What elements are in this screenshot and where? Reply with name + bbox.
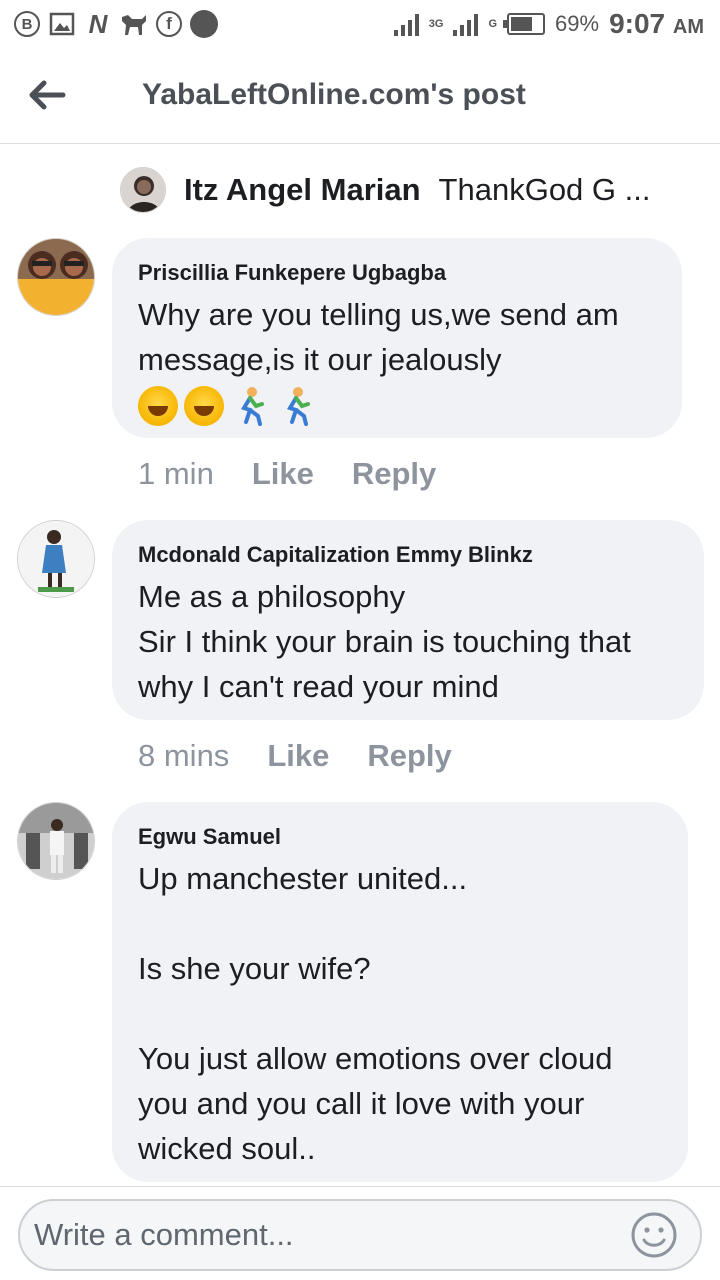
network-type-3g: 3G [428,17,444,30]
image-icon [48,10,76,38]
comment-composer[interactable] [18,1199,702,1271]
app-header: YabaLeftOnline.com's post [0,50,720,144]
avatar[interactable] [17,802,95,880]
battery-icon [503,13,546,35]
laughing-icon [184,386,224,426]
laughing-icon [138,386,178,426]
reply-preview-author[interactable]: Itz Angel Marian [184,172,421,208]
comment-text: Up manchester united... Is she your wife… [138,861,613,1166]
running-man-icon [276,386,316,426]
avatar [120,167,166,213]
n-icon: N [88,8,108,39]
reply-preview[interactable]: Itz Angel Marian ThankGod G ... [120,166,650,214]
dot-icon [190,10,218,38]
comment-bubble: Egwu Samuel Up manchester united... Is s… [112,802,688,1182]
avatar[interactable] [17,238,95,316]
clock-ampm: AM [672,16,704,38]
emoji-row [138,386,656,426]
comment-bubble: Priscillia Funkepere Ugbagba Why are you… [112,238,682,438]
smiley-icon [631,1212,677,1258]
facebook-icon: f [156,11,182,37]
back-button[interactable] [24,72,70,118]
network-type-g: G [488,17,498,30]
clock: 9:07 AM [609,8,704,40]
page-title: YabaLeftOnline.com's post [142,78,526,111]
comment-input[interactable] [34,1215,614,1255]
status-bar: B N f 3G G 69% 9:07 AM [0,0,720,50]
comment-author[interactable]: Mcdonald Capitalization Emmy Blinkz [138,542,678,568]
notification-icons: B N f [14,8,218,39]
reply-preview-text: ThankGod G ... [438,172,651,207]
signal-icon-2 [453,12,479,36]
battery-percent: 69% [555,11,600,36]
reply-button[interactable]: Reply [352,456,436,492]
running-man-icon [230,386,270,426]
comment-time[interactable]: 8 mins [138,738,229,774]
comment-composer-bar [0,1186,720,1280]
comment-text: Why are you telling us,we send am messag… [138,297,619,377]
dog-icon [120,10,148,38]
like-button[interactable]: Like [267,738,329,774]
avatar[interactable] [17,520,95,598]
comment-author[interactable]: Egwu Samuel [138,824,662,850]
back-arrow-icon [29,80,66,110]
comment-author[interactable]: Priscillia Funkepere Ugbagba [138,260,656,286]
comment-text: Me as a philosophy Sir I think your brai… [138,579,631,704]
b-icon: B [14,11,40,37]
emoji-picker-button[interactable] [630,1211,678,1259]
comment-bubble: Mcdonald Capitalization Emmy Blinkz Me a… [112,520,704,720]
comment-meta: 1 min Like Reply [138,456,436,492]
like-button[interactable]: Like [252,456,314,492]
clock-time: 9:07 [609,8,666,39]
comment-time[interactable]: 1 min [138,456,214,492]
system-status: 3G G 69% 9:07 AM [393,8,704,40]
signal-icon [393,12,419,36]
reply-button[interactable]: Reply [367,738,451,774]
comment-meta: 8 mins Like Reply [138,738,452,774]
